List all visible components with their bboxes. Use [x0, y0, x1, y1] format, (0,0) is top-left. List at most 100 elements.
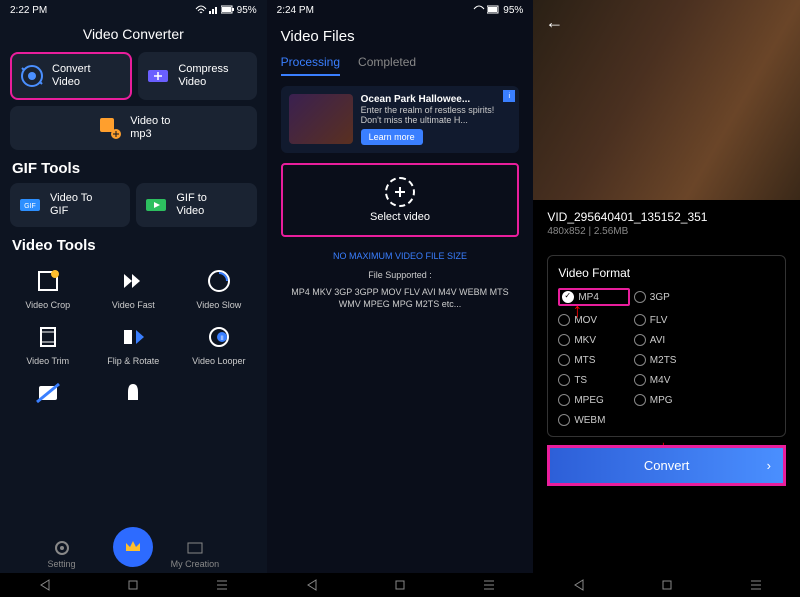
compress-video-card[interactable]: CompressVideo	[138, 52, 256, 100]
video-format-box: Video Format MP4 3GP MOV FLV MKV AVI MTS M2TS TS…	[547, 255, 786, 437]
nav-creation[interactable]: My Creation	[171, 539, 220, 569]
format-label: WEBM	[574, 415, 605, 426]
convert-video-card[interactable]: ConvertVideo	[10, 52, 132, 100]
format-webm[interactable]: WEBM	[558, 414, 629, 426]
togif-label: Video ToGIF	[50, 192, 92, 218]
ad-image	[289, 94, 353, 144]
select-video-button[interactable]: Select video	[281, 163, 520, 237]
back-arrow-icon[interactable]: ←	[545, 12, 563, 33]
radio-icon	[558, 414, 570, 426]
back-btn[interactable]	[571, 578, 585, 592]
format-label: MKV	[574, 335, 596, 346]
format-m2ts[interactable]: M2TS	[634, 354, 705, 366]
format-mpg[interactable]: MPG	[634, 394, 705, 406]
vt-extra1[interactable]	[5, 372, 91, 414]
video-to-mp3-card[interactable]: Video tomp3	[10, 106, 257, 150]
crown-icon	[123, 537, 143, 557]
vt-extra2[interactable]	[91, 372, 177, 414]
learn-more-button[interactable]: Learn more	[361, 129, 423, 145]
back-btn[interactable]	[37, 578, 51, 592]
format-m4v[interactable]: M4V	[634, 374, 705, 386]
page-title: Video Files	[267, 20, 534, 49]
recent-btn[interactable]	[215, 578, 229, 592]
back-btn[interactable]	[304, 578, 318, 592]
format-grid: MP4 3GP MOV FLV MKV AVI MTS M2TS TS M4V MPEG MPG WEB…	[558, 288, 775, 426]
radio-icon	[558, 334, 570, 346]
format-label: MPG	[650, 395, 673, 406]
format-mov[interactable]: MOV	[558, 314, 629, 326]
plus-circle-icon	[385, 177, 415, 207]
format-mp4[interactable]: MP4	[558, 288, 629, 306]
annotation-arrow-icon: ↑	[572, 300, 582, 323]
radio-icon	[634, 354, 646, 366]
convert-label: ConvertVideo	[52, 63, 91, 89]
tab-processing[interactable]: Processing	[281, 49, 340, 75]
tabs: Processing Completed	[267, 49, 534, 76]
recent-btn[interactable]	[482, 578, 496, 592]
phone-screen-2: 2:24 PM 95% Video Files Processing Compl…	[267, 0, 534, 597]
ad-text: Ocean Park Hallowee... Enter the realm o…	[361, 94, 512, 145]
format-mpeg[interactable]: MPEG	[558, 394, 629, 406]
vt-slow[interactable]: Video Slow	[176, 260, 262, 316]
ad-badge-icon[interactable]: i	[503, 90, 515, 102]
battery-icon	[487, 5, 501, 15]
format-title: Video Format	[558, 266, 775, 280]
video-preview[interactable]: ←	[533, 0, 800, 200]
status-bar: 2:24 PM 95%	[267, 0, 534, 20]
compress-label: CompressVideo	[178, 63, 228, 89]
radio-icon	[634, 314, 646, 326]
format-label: M2TS	[650, 355, 677, 366]
battery-icon	[221, 5, 235, 15]
gif-to-video-card[interactable]: GIF toVideo	[136, 183, 256, 227]
vt-looper[interactable]: IIVideo Looper	[176, 316, 262, 372]
android-nav	[533, 573, 800, 597]
home-btn[interactable]	[126, 578, 140, 592]
format-label: 3GP	[650, 292, 670, 303]
radio-icon	[558, 374, 570, 386]
convert-button[interactable]: Convert ›	[547, 445, 786, 486]
video-tools-title: Video Tools	[0, 227, 267, 260]
status-time: 2:22 PM	[10, 5, 47, 16]
mp3-label: Video tomp3	[130, 115, 170, 141]
android-nav	[267, 573, 534, 597]
home-btn[interactable]	[660, 578, 674, 592]
convert-icon	[18, 62, 46, 90]
file-supported-label: File Supported :	[267, 267, 534, 284]
app-title: Video Converter	[0, 20, 267, 52]
android-nav	[0, 573, 267, 597]
gif2vid-icon	[142, 191, 170, 219]
format-mts[interactable]: MTS	[558, 354, 629, 366]
wifi-icon	[473, 5, 485, 15]
tab-completed[interactable]: Completed	[358, 49, 416, 75]
ad-card[interactable]: Ocean Park Hallowee... Enter the realm o…	[281, 86, 520, 153]
format-mkv[interactable]: MKV	[558, 334, 629, 346]
recent-btn[interactable]	[749, 578, 763, 592]
format-avi[interactable]: AVI	[634, 334, 705, 346]
video-filename: VID_295640401_135152_351	[547, 210, 786, 224]
vt-crop[interactable]: Video Crop	[5, 260, 91, 316]
film-icon	[186, 539, 204, 557]
compress-icon	[144, 62, 172, 90]
phone-screen-1: 2:22 PM 95% Video Converter ConvertVideo…	[0, 0, 267, 597]
format-ts[interactable]: TS	[558, 374, 629, 386]
fab-crown[interactable]	[113, 527, 153, 567]
vt-trim[interactable]: Video Trim	[5, 316, 91, 372]
home-btn[interactable]	[393, 578, 407, 592]
radio-icon	[558, 354, 570, 366]
format-flv[interactable]: FLV	[634, 314, 705, 326]
nav-setting[interactable]: Setting	[48, 539, 76, 569]
gif-icon: GIF	[16, 191, 44, 219]
format-label: TS	[574, 375, 587, 386]
vt-flip[interactable]: Flip & Rotate	[91, 316, 177, 372]
format-label: M4V	[650, 375, 671, 386]
format-label: MPEG	[574, 395, 603, 406]
format-3gp[interactable]: 3GP	[634, 288, 705, 306]
chevron-right-icon: ›	[767, 458, 771, 473]
video-to-gif-card[interactable]: GIF Video ToGIF	[10, 183, 130, 227]
convert-label: Convert	[644, 458, 690, 473]
select-video-label: Select video	[370, 211, 430, 223]
video-info: VID_295640401_135152_351 480x852 | 2.56M…	[533, 200, 800, 247]
radio-icon	[558, 314, 570, 326]
battery-pct: 95%	[237, 5, 257, 16]
vt-fast[interactable]: Video Fast	[91, 260, 177, 316]
